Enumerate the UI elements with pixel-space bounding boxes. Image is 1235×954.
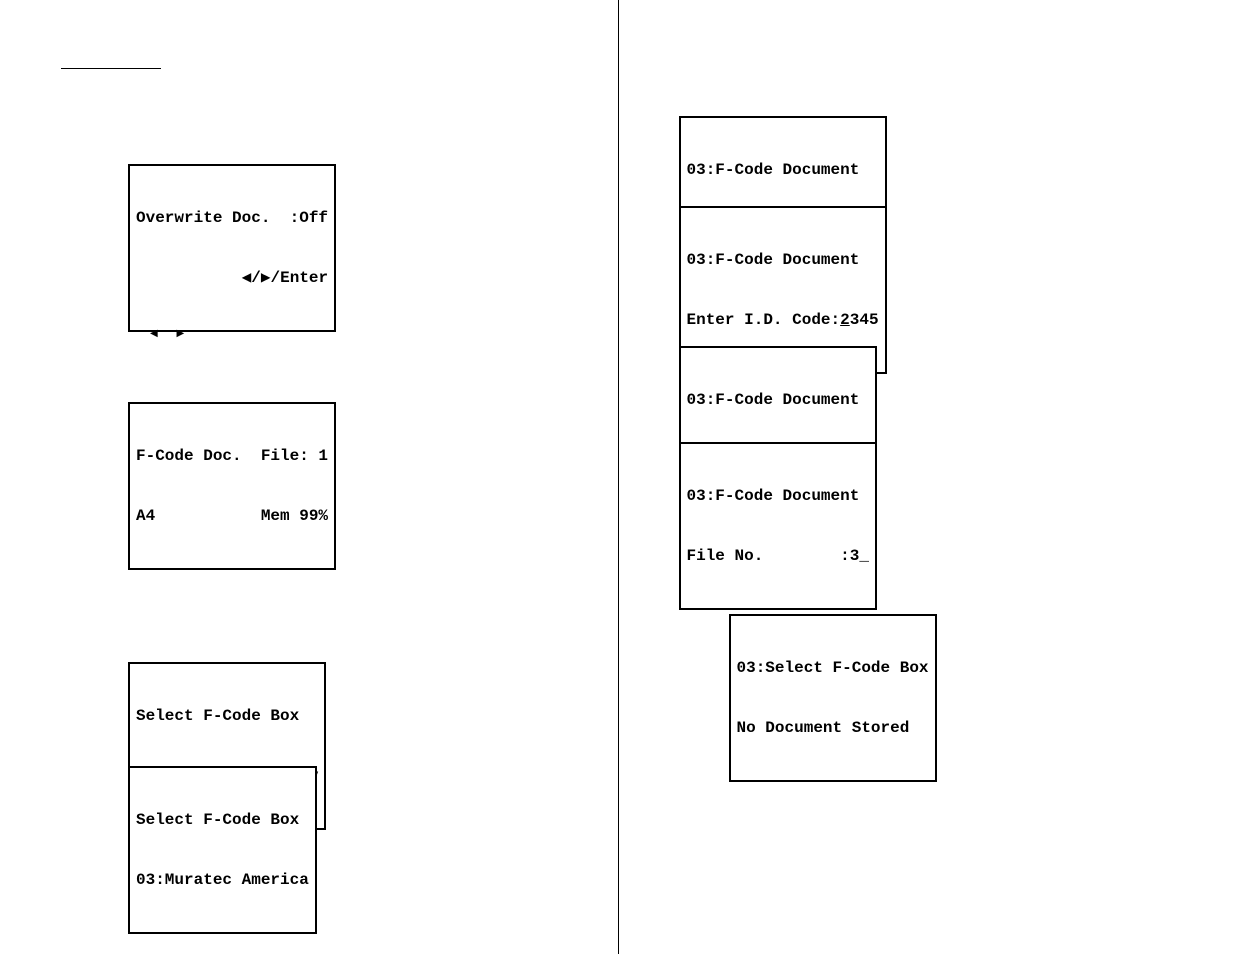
lcd-line-2: Enter I.D. Code:2345: [687, 310, 879, 330]
lcd-line-2: ◀/▶/Enter: [136, 268, 328, 288]
lcd-fcode-doc-file: F-Code Doc. File: 1 A4 Mem 99%: [128, 402, 336, 570]
lcd-line-1: 03:F-Code Document: [687, 486, 869, 506]
triangle-left-icon: ◀: [242, 269, 252, 287]
lcd-line-1: F-Code Doc. File: 1: [136, 446, 328, 466]
lcd-line-2: File No. :3_: [687, 546, 869, 566]
lcd-line-1: 03:Select F-Code Box: [737, 658, 929, 678]
triangle-right-icon: ▶: [261, 269, 271, 287]
lcd-line-2: 03:Muratec America: [136, 870, 309, 890]
lcd-line-1: Select F-Code Box: [136, 706, 318, 726]
lcd-file-no-value: 03:F-Code Document File No. :3_: [679, 442, 877, 610]
lcd-overwrite-doc: Overwrite Doc. :Off ◀/▶/Enter: [128, 164, 336, 332]
lcd-line-1: 03:F-Code Document: [687, 390, 869, 410]
lcd-select-fcode-box-2: Select F-Code Box 03:Muratec America: [128, 766, 317, 934]
header-rule: [61, 68, 161, 69]
cursor-underline: 2: [840, 311, 850, 329]
lcd-line-1: 03:F-Code Document: [687, 250, 879, 270]
lcd-line-1: Select F-Code Box: [136, 810, 309, 830]
lcd-line-1: 03:F-Code Document: [687, 160, 879, 180]
lcd-line-2: No Document Stored: [737, 718, 929, 738]
lcd-line-1: Overwrite Doc. :Off: [136, 208, 328, 228]
arrow-icons: ◀ ▶: [150, 328, 192, 339]
lcd-line-2: A4 Mem 99%: [136, 506, 328, 526]
lcd-no-document-stored: 03:Select F-Code Box No Document Stored: [729, 614, 937, 782]
